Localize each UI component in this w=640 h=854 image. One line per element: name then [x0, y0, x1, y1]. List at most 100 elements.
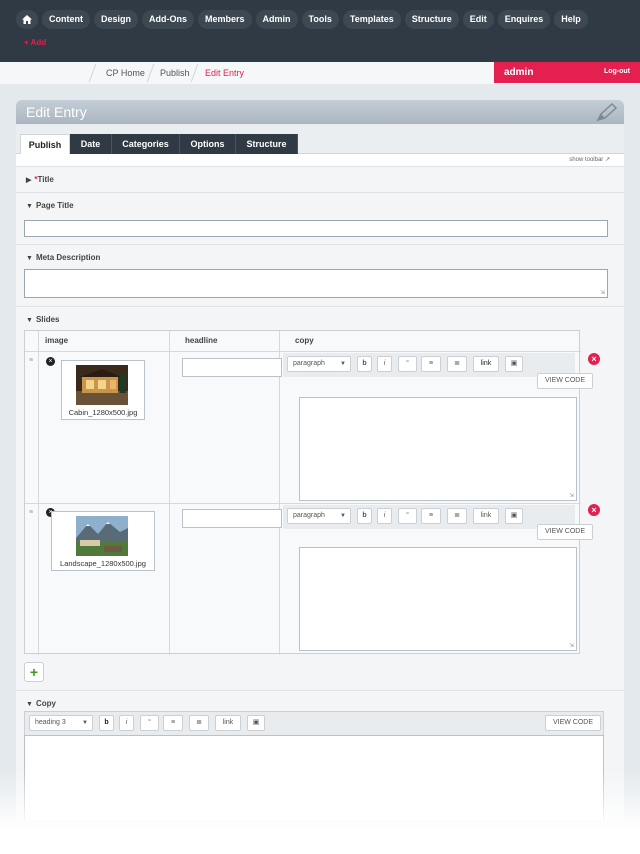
nav-content[interactable]: Content: [42, 10, 90, 29]
link-button[interactable]: link: [473, 356, 499, 372]
home-button[interactable]: [16, 10, 38, 29]
breadcrumb-cp-home[interactable]: CP Home: [106, 68, 145, 78]
field-title-header[interactable]: ▶ *Title: [16, 166, 624, 192]
link-button[interactable]: link: [473, 508, 499, 524]
nav-edit[interactable]: Edit: [462, 10, 494, 29]
image-button[interactable]: ▣: [505, 356, 523, 372]
remove-image-icon[interactable]: ×: [46, 357, 55, 366]
row-divider: [25, 503, 581, 504]
bullet-list-icon: ≡: [428, 360, 434, 367]
column-divider: [169, 331, 170, 655]
row-divider: [25, 351, 581, 352]
add-row-button[interactable]: +: [24, 662, 44, 682]
tab-date[interactable]: Date: [70, 134, 112, 154]
page-title-input[interactable]: [24, 220, 608, 237]
tab-options[interactable]: Options: [180, 134, 236, 154]
drag-handle-icon[interactable]: ≡: [29, 509, 33, 516]
breadcrumb-publish[interactable]: Publish: [160, 68, 190, 78]
italic-button[interactable]: i: [377, 508, 392, 524]
expand-icon: ↗: [604, 157, 610, 163]
page-title-label-text: Page Title: [35, 201, 74, 210]
tab-structure[interactable]: Structure: [236, 134, 298, 154]
nav-admin[interactable]: Admin: [255, 10, 298, 29]
bulleted-list-button[interactable]: ≡: [421, 508, 441, 524]
bold-button[interactable]: b: [99, 715, 114, 731]
blockquote-button[interactable]: “: [398, 508, 417, 524]
nav-design[interactable]: Design: [94, 10, 139, 29]
username[interactable]: admin: [504, 67, 533, 78]
format-select[interactable]: heading 3 ▼: [29, 715, 93, 731]
format-select[interactable]: paragraph ▼: [287, 356, 351, 372]
format-value: paragraph: [293, 512, 325, 519]
drag-handle-icon[interactable]: ≡: [29, 357, 33, 364]
link-button[interactable]: link: [215, 715, 241, 731]
format-select[interactable]: paragraph ▼: [287, 508, 351, 524]
triangle-down-icon: ▼: [26, 317, 33, 324]
triangle-down-icon: ▼: [26, 203, 33, 210]
field-page-title-label[interactable]: ▼ Page Title: [26, 201, 74, 210]
view-code-button[interactable]: VIEW CODE: [545, 715, 601, 731]
italic-button[interactable]: i: [377, 356, 392, 372]
panel-header: Edit Entry: [16, 100, 624, 124]
breadcrumb-separator: [88, 64, 97, 82]
bold-button[interactable]: b: [357, 508, 372, 524]
headline-input[interactable]: [182, 358, 282, 377]
image-button[interactable]: ▣: [505, 508, 523, 524]
field-copy-label[interactable]: ▼ Copy: [26, 699, 56, 708]
close-icon: ×: [591, 505, 597, 515]
numbered-list-button[interactable]: ≣: [447, 356, 467, 372]
cabin-image: [76, 365, 128, 405]
image-button[interactable]: ▣: [247, 715, 265, 731]
italic-button[interactable]: i: [119, 715, 134, 731]
bullet-list-icon: ≡: [428, 512, 434, 519]
triangle-right-icon: ▶: [26, 177, 32, 184]
column-header-image: image: [45, 336, 69, 345]
numbered-list-button[interactable]: ≣: [447, 508, 467, 524]
image-icon: ▣: [252, 719, 260, 726]
delete-row-button[interactable]: ×: [588, 353, 600, 365]
show-toolbar-label: show toolbar: [569, 157, 604, 163]
blockquote-button[interactable]: “: [398, 356, 417, 372]
pen-icon: [596, 102, 618, 122]
show-toolbar-link[interactable]: show toolbar ↗: [569, 156, 610, 163]
bullet-list-icon: ≡: [170, 719, 176, 726]
main-menu: Content Design Add-Ons Members Admin Too…: [16, 10, 588, 30]
field-slides-label[interactable]: ▼ Slides: [26, 315, 60, 324]
title-label-text: Title: [37, 175, 54, 184]
resize-grip-icon: ⇲: [599, 290, 605, 296]
resize-grip-icon: ⇲: [568, 643, 574, 649]
nav-tools[interactable]: Tools: [301, 10, 339, 29]
image-thumbnail[interactable]: Cabin_1280x500.jpg: [61, 360, 145, 420]
field-meta-description: ▼ Meta Description ⇲: [16, 244, 624, 306]
copy-toolbar: paragraph ▼ b i “ ≡ ≣ link ▣: [283, 505, 575, 529]
add-link[interactable]: + Add: [24, 38, 46, 47]
nav-structure[interactable]: Structure: [404, 10, 459, 29]
nav-help[interactable]: Help: [554, 10, 588, 29]
slides-matrix: image headline copy ≡ × Cabin_1280x500.j…: [24, 330, 593, 655]
tab-publish[interactable]: Publish: [20, 134, 70, 154]
meta-description-textarea[interactable]: ⇲: [24, 269, 608, 298]
nav-add-ons[interactable]: Add-Ons: [142, 10, 195, 29]
logout-link[interactable]: Log-out: [604, 68, 630, 75]
bold-button[interactable]: b: [357, 356, 372, 372]
slides-label-text: Slides: [35, 315, 60, 324]
bulleted-list-button[interactable]: ≡: [421, 356, 441, 372]
numbered-list-button[interactable]: ≣: [189, 715, 209, 731]
nav-members[interactable]: Members: [198, 10, 252, 29]
copy-editor[interactable]: ⇲: [299, 547, 577, 651]
blockquote-button[interactable]: “: [140, 715, 159, 731]
nav-enquires[interactable]: Enquires: [497, 10, 551, 29]
view-code-button[interactable]: VIEW CODE: [537, 373, 593, 389]
field-title-label: ▶ *Title: [26, 175, 54, 184]
nav-templates[interactable]: Templates: [342, 10, 401, 29]
tab-categories[interactable]: Categories: [112, 134, 180, 154]
copy-editor[interactable]: ⇲: [299, 397, 577, 501]
delete-row-button[interactable]: ×: [588, 504, 600, 516]
dropdown-arrow-icon: ▼: [340, 361, 346, 367]
image-thumbnail[interactable]: Landscape_1280x500.jpg: [51, 511, 155, 571]
plus-icon: +: [29, 664, 39, 680]
bulleted-list-button[interactable]: ≡: [163, 715, 183, 731]
headline-input[interactable]: [182, 509, 282, 528]
view-code-button[interactable]: VIEW CODE: [537, 524, 593, 540]
field-meta-description-label[interactable]: ▼ Meta Description: [26, 253, 100, 262]
